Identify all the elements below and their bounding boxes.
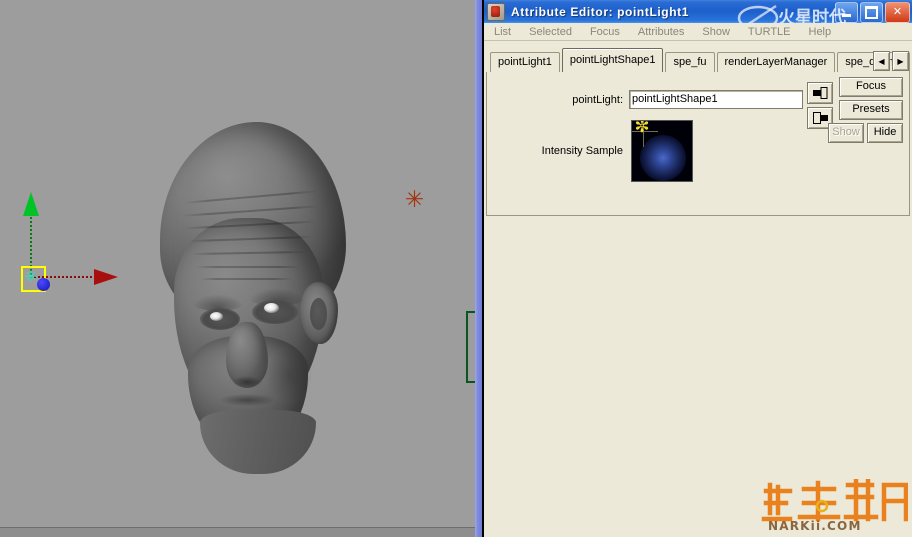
- maya-3d-viewport[interactable]: ✳ ✳: [0, 0, 476, 537]
- sample-light-star-icon: ✼: [634, 120, 650, 137]
- menu-item-selected[interactable]: Selected: [529, 26, 572, 38]
- intensity-sample-swatch[interactable]: ✼: [631, 120, 693, 182]
- tab-scroll-right-icon[interactable]: ▶: [892, 51, 909, 71]
- node-name-row: pointLight: pointLightShape1: [487, 90, 807, 109]
- tab-pointlightshape1[interactable]: pointLightShape1: [561, 48, 664, 73]
- node-name-input[interactable]: pointLightShape1: [629, 90, 803, 109]
- tab-scroll-left-icon[interactable]: ◀: [873, 51, 890, 71]
- tab-pointlight1[interactable]: pointLight1: [490, 52, 560, 72]
- tab-scroll-arrows[interactable]: ◀ ▶: [873, 51, 909, 71]
- menu-item-turtle[interactable]: TURTLE: [748, 26, 791, 38]
- title-bar[interactable]: Attribute Editor: pointLight1 ✕ 火星时代 www…: [484, 0, 912, 23]
- tab-spe-fu[interactable]: spe_fu: [665, 52, 715, 72]
- forehead-wrinkle: [196, 266, 300, 268]
- move-manipulator[interactable]: ✳: [4, 192, 124, 292]
- focus-button[interactable]: Focus: [839, 77, 903, 97]
- point-light-star-icon[interactable]: ✳: [404, 189, 425, 212]
- node-header-panel: pointLight: pointLightShape1 Focus Prese…: [486, 72, 910, 216]
- narkii-watermark-logo: NARKii.COM: [761, 479, 908, 533]
- viewport-bottom-bar: [0, 527, 476, 537]
- head-eye-highlight-right: [264, 303, 279, 313]
- head-ear-inner: [310, 298, 327, 330]
- menu-bar[interactable]: List Selected Focus Attributes Show TURT…: [484, 23, 912, 41]
- attribute-editor-window: Attribute Editor: pointLight1 ✕ 火星时代 www…: [484, 0, 912, 537]
- intensity-sample-row: Intensity Sample ✼: [487, 120, 909, 182]
- menu-item-show[interactable]: Show: [702, 26, 730, 38]
- forehead-wrinkle: [200, 278, 292, 280]
- maximize-button[interactable]: [860, 2, 883, 23]
- tab-renderlayermanager[interactable]: renderLayerManager: [716, 52, 836, 72]
- head-cheek-hollow: [266, 348, 312, 402]
- minimize-button[interactable]: [835, 2, 858, 23]
- close-button[interactable]: ✕: [885, 2, 910, 23]
- manipulator-center-handle[interactable]: ✳: [24, 270, 38, 286]
- manipulator-x-arrow[interactable]: [94, 269, 118, 285]
- menu-item-attributes[interactable]: Attributes: [638, 26, 684, 38]
- intensity-sample-label: Intensity Sample: [541, 145, 623, 157]
- presets-button[interactable]: Presets: [839, 100, 903, 120]
- menu-item-list[interactable]: List: [494, 26, 511, 38]
- head-neck: [200, 410, 316, 474]
- window-edge-divider: [475, 0, 482, 537]
- window-title: Attribute Editor: pointLight1: [511, 4, 690, 19]
- maya-app-icon: [487, 2, 505, 21]
- head-mouth: [220, 394, 274, 406]
- head-nostril: [232, 376, 262, 388]
- manipulator-y-arrow[interactable]: [23, 192, 39, 216]
- head-eye-highlight-left: [210, 312, 223, 321]
- menu-item-help[interactable]: Help: [809, 26, 832, 38]
- narkii-url-text: NARKii.COM: [768, 519, 862, 533]
- window-controls[interactable]: ✕: [835, 2, 910, 23]
- manipulator-z-handle[interactable]: [37, 278, 50, 291]
- head-model-mesh: [148, 122, 362, 474]
- intensity-sample-glow: [640, 135, 686, 181]
- menu-item-focus[interactable]: Focus: [590, 26, 620, 38]
- node-name-label: pointLight:: [572, 93, 623, 106]
- screenshot-root: ✳ ✳ Attribute Editor: pointLight1 ✕ 火星时代: [0, 0, 912, 537]
- tab-strip[interactable]: pointLight1 pointLightShape1 spe_fu rend…: [484, 41, 912, 73]
